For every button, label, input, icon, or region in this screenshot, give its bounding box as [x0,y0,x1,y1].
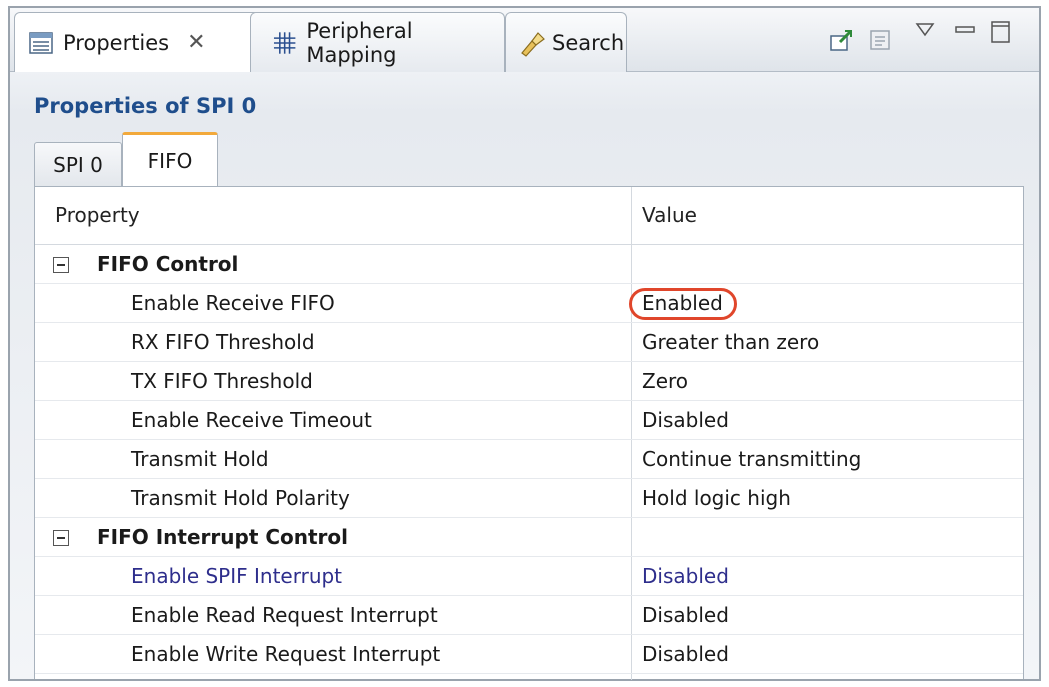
properties-list-icon [29,31,53,54]
properties-panel: Properties of SPI 0 SPI 0 FIFO Property … [10,72,1039,680]
group-row-fifo-control[interactable]: FIFO Control [35,245,1023,284]
tab-fifo[interactable]: FIFO [122,132,218,187]
property-name: Transmit Hold Polarity [131,486,350,510]
minimize-icon[interactable] [954,22,976,38]
property-name: Enable Write Request Interrupt [131,642,441,666]
close-icon[interactable]: ✕ [187,30,205,55]
table-row[interactable]: Enable SPIF Interrupt Disabled [35,557,1023,596]
property-name: RX FIFO Threshold [131,330,315,354]
page-title: Properties of SPI 0 [34,94,257,118]
view-menu-icon[interactable] [915,22,935,38]
property-value[interactable]: Enabled [642,291,723,315]
property-value[interactable]: Disabled [642,564,729,588]
property-name: Transmit Hold [131,447,269,471]
tab-search-label: Search [552,30,625,55]
table-row[interactable]: RX FIFO Threshold Greater than zero [35,323,1023,362]
property-name: Enable SPIF Interrupt [131,564,343,588]
property-name: Enable Read Request Interrupt [131,603,438,627]
property-table: Property Value FIFO Control Enable Recei… [34,186,1024,680]
tab-spi0[interactable]: SPI 0 [34,142,122,186]
tab-search[interactable]: Search [505,12,627,72]
table-row[interactable]: TX FIFO Threshold Zero [35,362,1023,401]
property-value[interactable]: Zero [642,369,688,393]
grid-icon [273,31,296,54]
property-name: Enable Receive Timeout [131,408,372,432]
column-header-value[interactable]: Value [642,203,697,227]
table-row[interactable]: Enable Receive FIFO Enabled [35,284,1023,323]
property-name: Enable Receive FIFO [131,291,335,315]
column-header-property[interactable]: Property [55,203,140,227]
table-row[interactable]: Transmit Hold Continue transmitting [35,440,1023,479]
view-tab-bar: Properties ✕ Peripheral Mapping Search [10,8,1039,72]
tab-properties-label: Properties [63,30,170,55]
table-row[interactable]: Transmit Hold Polarity Hold logic high [35,479,1023,518]
tab-peripheral-mapping-label: Peripheral Mapping [306,18,413,67]
property-value[interactable]: Greater than zero [642,330,819,354]
group-name: FIFO Interrupt Control [97,525,349,549]
pin-editor-icon[interactable] [828,28,854,54]
collapse-icon[interactable] [53,257,69,273]
group-row-fifo-interrupt-control[interactable]: FIFO Interrupt Control [35,518,1023,557]
table-row[interactable]: Enable Write Request Interrupt Disabled [35,635,1023,674]
property-name: TX FIFO Threshold [131,369,313,393]
tab-properties[interactable]: Properties ✕ [14,12,260,72]
properties-view-frame: Properties ✕ Peripheral Mapping Search P… [8,6,1041,681]
table-row[interactable]: Enable Receive Timeout Disabled [35,401,1023,440]
table-row[interactable]: Enable Read Request Interrupt Disabled [35,596,1023,635]
property-value[interactable]: Disabled [642,603,729,627]
disabled-view-icon[interactable] [868,28,894,54]
maximize-icon[interactable] [990,20,1012,44]
property-value[interactable]: Disabled [642,408,729,432]
flashlight-icon [521,31,545,57]
property-value[interactable]: Disabled [642,642,729,666]
group-name: FIFO Control [97,252,239,276]
property-value[interactable]: Continue transmitting [642,447,861,471]
collapse-icon[interactable] [53,530,69,546]
tab-peripheral-mapping[interactable]: Peripheral Mapping [250,12,505,72]
property-value[interactable]: Hold logic high [642,486,791,510]
table-header: Property Value [35,187,1023,245]
